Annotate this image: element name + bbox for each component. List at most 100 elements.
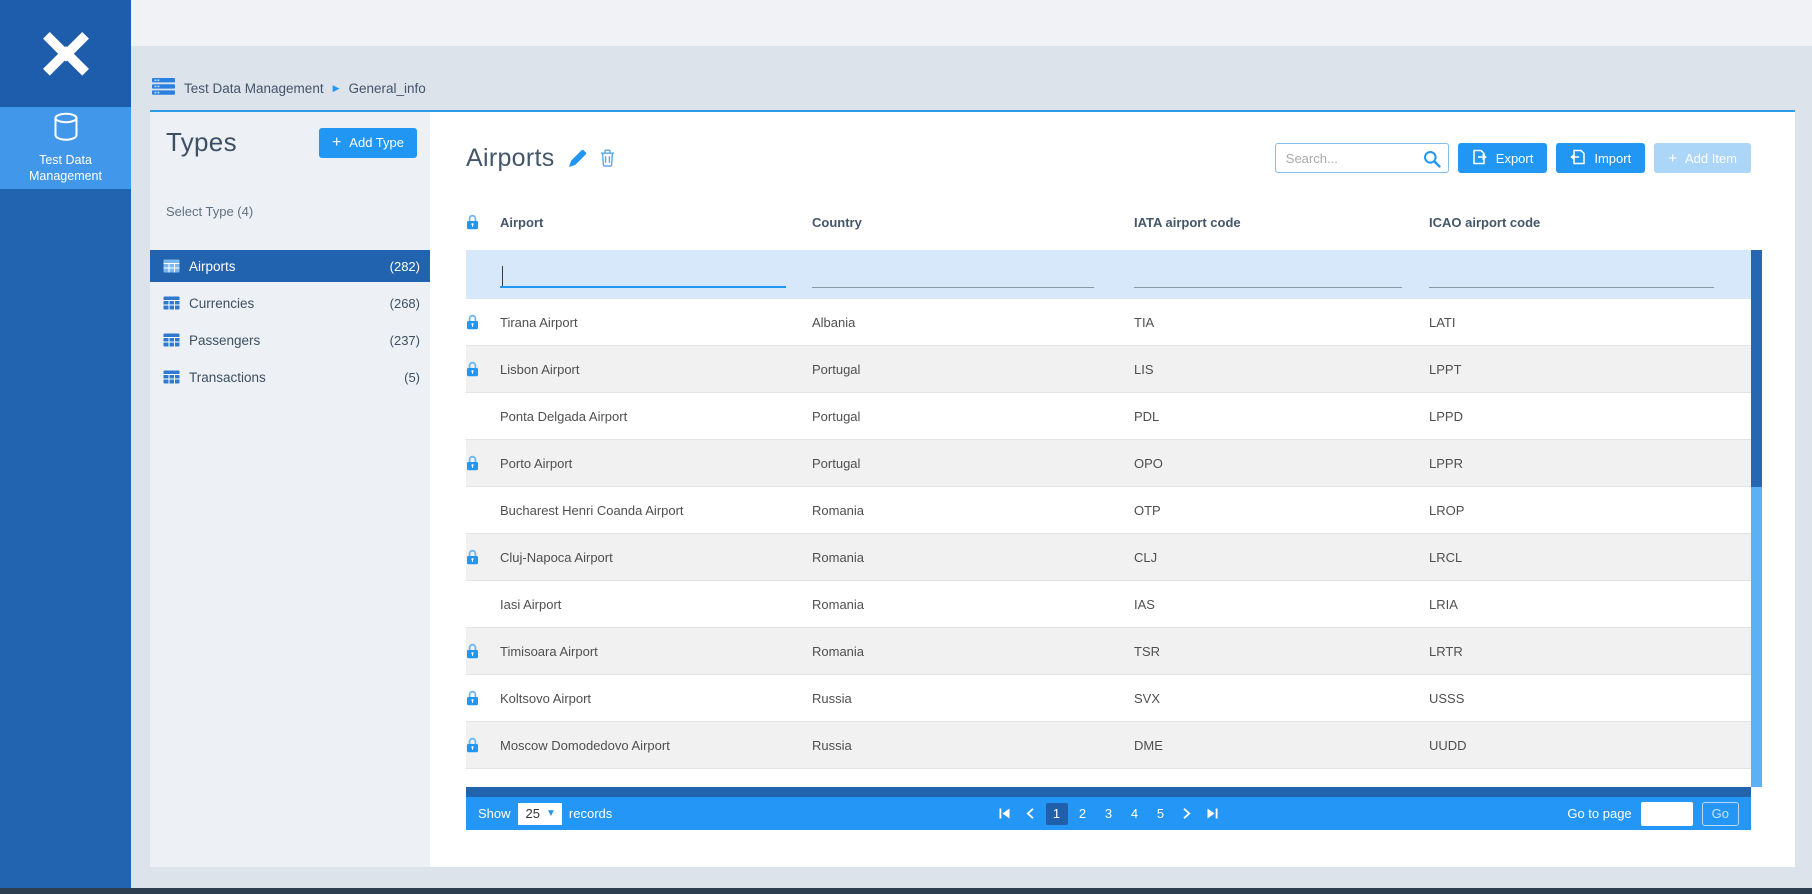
table-row[interactable]: Porto AirportPortugalOPOLPPR: [466, 440, 1751, 487]
column-header-country[interactable]: Country: [812, 215, 1134, 230]
type-item-label: Airports: [189, 259, 236, 274]
table-grid-icon: [163, 370, 180, 384]
goto-page-input[interactable]: [1641, 802, 1693, 826]
column-header-airport[interactable]: Airport: [500, 215, 812, 230]
page-number-1[interactable]: 1: [1046, 803, 1068, 825]
page-number-2[interactable]: 2: [1072, 803, 1094, 825]
table-row[interactable]: Koltsovo AirportRussiaSVXUSSS: [466, 675, 1751, 722]
types-list: Airports (282) Currencies(268) Passengers…: [150, 250, 430, 393]
cell-airport: Timisoara Airport: [500, 644, 812, 659]
cell-icao: LROP: [1429, 503, 1751, 518]
type-item-count: (282): [390, 259, 420, 274]
cell-iata: DME: [1134, 738, 1429, 753]
cell-iata: OPO: [1134, 456, 1429, 471]
type-item-count: (5): [404, 370, 420, 385]
cell-airport: Cluj-Napoca Airport: [500, 550, 812, 565]
next-page-icon[interactable]: [1176, 803, 1198, 825]
breadcrumb-root[interactable]: Test Data Management: [184, 81, 324, 96]
cell-airport: Lisbon Airport: [500, 362, 812, 377]
cell-country: Portugal: [812, 456, 1134, 471]
page-size-dropdown[interactable]: 25 ▼: [518, 803, 562, 825]
add-type-button[interactable]: + Add Type: [319, 128, 417, 158]
cell-airport: Moscow Domodedovo Airport: [500, 738, 812, 753]
table-row[interactable]: Timisoara AirportRomaniaTSRLRTR: [466, 628, 1751, 675]
edit-type-pencil-icon[interactable]: [568, 149, 587, 168]
table-body: Tirana AirportAlbaniaTIALATI Lisbon Airp…: [466, 299, 1751, 769]
go-button[interactable]: Go: [1702, 802, 1739, 826]
cell-icao: LPPR: [1429, 456, 1751, 471]
filter-input-iata[interactable]: [1134, 264, 1402, 288]
column-header-icao[interactable]: ICAO airport code: [1429, 215, 1751, 230]
cell-country: Portugal: [812, 362, 1134, 377]
page-number-4[interactable]: 4: [1124, 803, 1146, 825]
table-header: Airport Country IATA airport code ICAO a…: [466, 204, 1751, 240]
table-row[interactable]: Ponta Delgada AirportPortugalPDLLPPD: [466, 393, 1751, 440]
import-icon: [1570, 149, 1586, 168]
app-sidebar: Test Data Management: [0, 0, 131, 890]
table-grid-icon: [163, 259, 180, 273]
vertical-scrollbar[interactable]: [1751, 250, 1762, 787]
last-page-icon[interactable]: [1202, 803, 1224, 825]
cell-iata: TSR: [1134, 644, 1429, 659]
table-row[interactable]: Moscow Domodedovo AirportRussiaDMEUUDD: [466, 722, 1751, 769]
type-item-transactions[interactable]: Transactions(5): [150, 361, 430, 393]
app-logo[interactable]: [0, 0, 131, 107]
records-label: records: [569, 806, 612, 821]
types-title: Types: [166, 127, 237, 158]
cell-iata: CLJ: [1134, 550, 1429, 565]
delete-type-trash-icon[interactable]: [600, 149, 615, 167]
page-number-3[interactable]: 3: [1098, 803, 1120, 825]
type-item-currencies[interactable]: Currencies(268): [150, 287, 430, 319]
filter-input-country[interactable]: [812, 264, 1094, 288]
filter-input-icao[interactable]: [1429, 264, 1714, 288]
cell-country: Russia: [812, 738, 1134, 753]
cell-country: Albania: [812, 315, 1134, 330]
lock-icon: [466, 214, 500, 230]
filter-input-airport[interactable]: [500, 264, 786, 288]
top-strip: [0, 0, 1812, 46]
breadcrumb-arrow-icon: ▶: [333, 83, 340, 94]
table-row[interactable]: Cluj-Napoca AirportRomaniaCLJLRCL: [466, 534, 1751, 581]
text-cursor: [502, 266, 503, 286]
cell-iata: SVX: [1134, 691, 1429, 706]
goto-page-label: Go to page: [1567, 806, 1631, 821]
import-button[interactable]: Import: [1556, 143, 1645, 173]
tricentis-x-icon: [38, 23, 94, 84]
breadcrumb-current[interactable]: General_info: [349, 81, 426, 96]
table-row[interactable]: Iasi AirportRomaniaIASLRIA: [466, 581, 1751, 628]
page-number-5[interactable]: 5: [1150, 803, 1172, 825]
cell-icao: LATI: [1429, 315, 1751, 330]
lock-icon: [466, 690, 500, 706]
type-item-airports[interactable]: Airports (282): [150, 250, 430, 282]
cell-airport: Tirana Airport: [500, 315, 812, 330]
pagination-bar: Show 25 ▼ records 12345 Go to page Go: [466, 797, 1751, 830]
filter-row: [466, 250, 1751, 299]
sidebar-item-label: Test Data Management: [0, 152, 131, 185]
table-area: Airports: [430, 112, 1795, 867]
cell-country: Romania: [812, 503, 1134, 518]
type-item-passengers[interactable]: Passengers(237): [150, 324, 430, 356]
breadcrumb-grid-icon: [152, 78, 175, 98]
add-item-button[interactable]: + Add Item: [1654, 143, 1751, 173]
column-header-iata[interactable]: IATA airport code: [1134, 215, 1429, 230]
search-box: [1275, 143, 1449, 173]
export-button[interactable]: Export: [1458, 143, 1548, 173]
prev-page-icon[interactable]: [1020, 803, 1042, 825]
cell-icao: USSS: [1429, 691, 1751, 706]
lock-icon: [466, 737, 500, 753]
cell-iata: IAS: [1134, 597, 1429, 612]
pager: 12345: [994, 803, 1224, 825]
cell-country: Romania: [812, 550, 1134, 565]
table-row[interactable]: Bucharest Henri Coanda AirportRomaniaOTP…: [466, 487, 1751, 534]
lock-icon: [466, 314, 500, 330]
scrollbar-thumb[interactable]: [1751, 250, 1762, 487]
table-row[interactable]: Lisbon AirportPortugalLISLPPT: [466, 346, 1751, 393]
search-icon[interactable]: [1423, 150, 1441, 173]
cell-country: Romania: [812, 644, 1134, 659]
sidebar-item-test-data-management[interactable]: Test Data Management: [0, 107, 131, 189]
first-page-icon[interactable]: [994, 803, 1016, 825]
cell-country: Russia: [812, 691, 1134, 706]
table-row[interactable]: Tirana AirportAlbaniaTIALATI: [466, 299, 1751, 346]
cell-icao: LRIA: [1429, 597, 1751, 612]
cell-icao: LPPT: [1429, 362, 1751, 377]
